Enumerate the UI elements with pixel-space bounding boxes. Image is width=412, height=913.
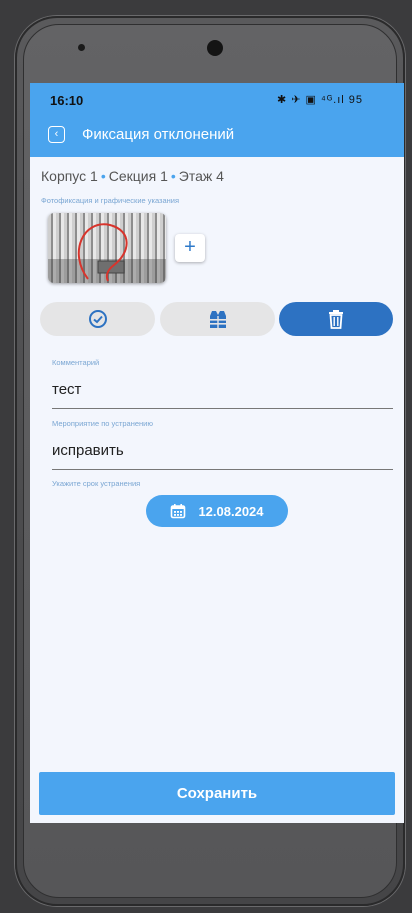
back-button[interactable]: ‹	[48, 126, 65, 143]
location-breadcrumb: Корпус 1 • Секция 1 • Этаж 4	[41, 168, 224, 184]
safety-button[interactable]	[160, 302, 275, 336]
comment-underline	[52, 408, 393, 409]
separator-dot: •	[170, 168, 176, 184]
location-building: Корпус 1	[41, 168, 98, 184]
delete-button[interactable]	[279, 302, 393, 336]
calendar-icon	[171, 504, 186, 519]
separator-dot: •	[100, 168, 106, 184]
status-time: 16:10	[50, 93, 84, 108]
page-title: Фиксация отклонений	[82, 126, 235, 143]
check-circle-icon	[88, 310, 107, 328]
photos-label: Фотофиксация и графические указания	[41, 196, 180, 205]
photo-thumbnail[interactable]	[48, 213, 166, 283]
location-floor: Этаж 4	[178, 168, 224, 184]
trash-icon	[329, 310, 343, 329]
measure-underline	[52, 469, 393, 470]
deadline-date: 12.08.2024	[198, 503, 264, 519]
safety-vest-icon	[209, 311, 226, 328]
app-header: 16:10 ✱ ✈ ▣ ⁴ᴳ.ıl 95 ‹ Фиксация отклонен…	[30, 83, 404, 157]
phone-camera	[207, 40, 223, 56]
add-photo-button[interactable]: +	[175, 234, 205, 262]
save-button[interactable]: Сохранить	[39, 772, 395, 815]
measure-label: Мероприятие по устранению	[52, 419, 153, 428]
comment-label: Комментарий	[52, 358, 100, 367]
status-icons: ✱ ✈ ▣ ⁴ᴳ.ıl 95	[277, 94, 364, 106]
deadline-label: Укажите срок устранения	[52, 479, 141, 488]
approve-button[interactable]	[40, 302, 155, 336]
app-screen: 16:10 ✱ ✈ ▣ ⁴ᴳ.ıl 95 ‹ Фиксация отклонен…	[30, 83, 404, 823]
measure-input[interactable]: исправить	[52, 442, 124, 459]
chevron-left-icon: ‹	[54, 128, 59, 140]
date-picker-button[interactable]: 12.08.2024	[146, 495, 288, 527]
location-section: Секция 1	[108, 168, 168, 184]
phone-sensor	[78, 44, 85, 51]
comment-input[interactable]: тест	[52, 381, 81, 398]
